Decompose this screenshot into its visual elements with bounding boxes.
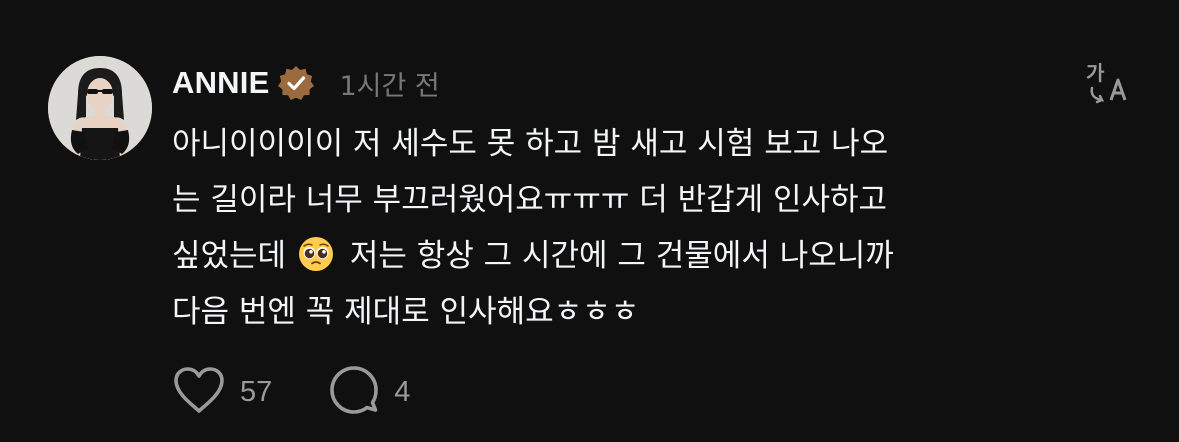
- comment-line-4: 다음 번엔 꼭 제대로 인사해요ㅎㅎㅎ: [172, 294, 640, 330]
- comment-header: ANNIE 1시간 전: [172, 58, 440, 108]
- verified-badge-icon: [277, 64, 315, 102]
- comment-line-3: 싶었는데 저는 항상 그 시간에 그 건물에서 나오니까: [172, 228, 1052, 284]
- reply-button[interactable]: 4: [328, 364, 410, 420]
- comment-line-3-continued: 저는 항상 그 시간에 그 건물에서 나오니까: [349, 238, 894, 274]
- comment-card: ANNIE 1시간 전 가 아니이이이이 저 세수도 못 하고 밤 새고 시험 …: [0, 0, 1179, 442]
- translate-icon[interactable]: 가: [1084, 60, 1132, 104]
- username[interactable]: ANNIE: [172, 65, 269, 101]
- pleading-face-emoji: [298, 234, 334, 271]
- like-button[interactable]: 57: [172, 365, 272, 419]
- reply-count: 4: [394, 375, 411, 408]
- speech-bubble-icon: [328, 364, 380, 420]
- avatar[interactable]: [48, 56, 152, 160]
- comment-line-3-text: 싶었는데: [172, 238, 287, 274]
- svg-text:가: 가: [1086, 61, 1105, 85]
- comment-actions: 57 4: [172, 364, 410, 420]
- like-count: 57: [240, 375, 273, 408]
- comment-line-1: 아니이이이이 저 세수도 못 하고 밤 새고 시험 보고 나오: [172, 126, 889, 162]
- comment-line-2: 는 길이라 너무 부끄러웠어요ㅠㅠㅠ 더 반갑게 인사하고: [172, 182, 888, 218]
- heart-icon: [172, 365, 226, 419]
- comment-text: 아니이이이이 저 세수도 못 하고 밤 새고 시험 보고 나오 는 길이라 너무…: [172, 116, 1052, 340]
- timestamp: 1시간 전: [339, 70, 440, 102]
